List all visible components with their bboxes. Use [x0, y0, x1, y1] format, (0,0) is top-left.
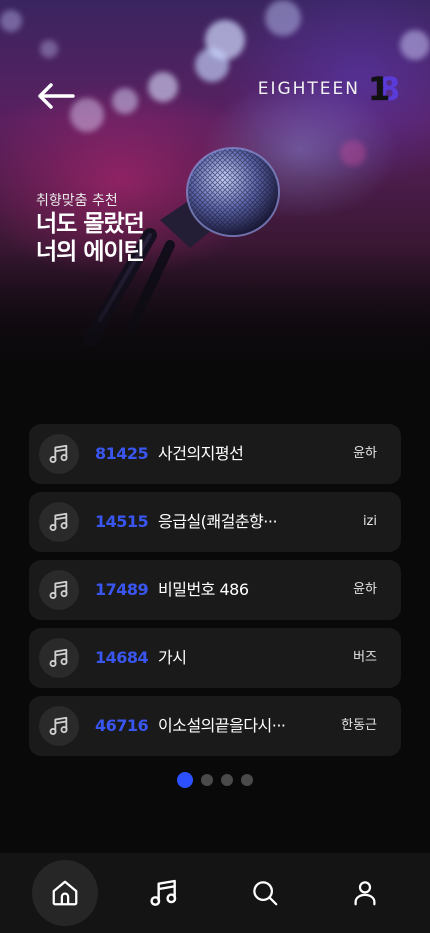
- song-number: 46716: [95, 716, 149, 735]
- hero-subtitle: 취향맞춤 추천: [36, 193, 118, 209]
- song-title: 사건의지평선: [158, 444, 244, 463]
- song-artist: 윤하: [353, 446, 377, 461]
- eighteen-logo-icon: 8 1: [368, 72, 400, 106]
- song-row[interactable]: 81425 사건의지평선 윤하: [29, 424, 401, 484]
- song-number: 17489: [95, 580, 149, 599]
- song-artist: 버즈: [353, 650, 377, 665]
- song-title: 응급실(쾌걸춘향···: [158, 512, 278, 531]
- hero-title-line2: 너의 에이틴: [36, 239, 145, 265]
- music-note-icon: [150, 879, 177, 906]
- page-dot-3[interactable]: [221, 774, 233, 786]
- song-title: 이소설의끝을다시···: [158, 716, 286, 735]
- song-title: 가시: [158, 648, 187, 667]
- music-note-icon: [39, 638, 79, 678]
- page-dot-2[interactable]: [201, 774, 213, 786]
- user-icon: [354, 881, 376, 906]
- song-artist: 윤하: [353, 582, 377, 597]
- hero-title-line1: 너도 몰랐던: [36, 211, 145, 237]
- pagination-dots: [177, 772, 253, 788]
- nav-profile-button[interactable]: [332, 860, 398, 926]
- logo-one: 1: [368, 70, 391, 108]
- page-dot-4[interactable]: [241, 774, 253, 786]
- nav-music-button[interactable]: [131, 860, 197, 926]
- home-icon: [52, 880, 78, 906]
- arrow-left-icon: [38, 83, 75, 109]
- nav-home-button[interactable]: [32, 860, 98, 926]
- back-button[interactable]: [36, 80, 76, 112]
- song-row[interactable]: 14684 가시 버즈: [29, 628, 401, 688]
- brand-logo: EIGHTEEN 8 1: [257, 72, 401, 106]
- music-note-icon: [39, 706, 79, 746]
- music-note-icon: [39, 502, 79, 542]
- bottom-navigation: [0, 853, 430, 933]
- song-number: 14684: [95, 648, 149, 667]
- song-number: 81425: [95, 444, 149, 463]
- song-artist: izi: [362, 514, 377, 529]
- song-list: 81425 사건의지평선 윤하 14515 응급실(쾌걸춘향··· izi 17…: [29, 424, 401, 764]
- page-dot-1[interactable]: [177, 772, 193, 788]
- hero-title: 너도 몰랐던 너의 에이틴: [36, 210, 145, 266]
- song-row[interactable]: 17489 비밀번호 486 윤하: [29, 560, 401, 620]
- hero-fade: [0, 250, 430, 400]
- song-row[interactable]: 46716 이소설의끝을다시··· 한동근: [29, 696, 401, 756]
- song-artist: 한동근: [341, 718, 377, 733]
- search-icon: [253, 881, 278, 906]
- song-row[interactable]: 14515 응급실(쾌걸춘향··· izi: [29, 492, 401, 552]
- song-number: 14515: [95, 512, 149, 531]
- music-note-icon: [39, 434, 79, 474]
- song-title: 비밀번호 486: [158, 580, 249, 599]
- nav-search-button[interactable]: [232, 860, 298, 926]
- brand-name: EIGHTEEN: [257, 79, 360, 99]
- music-note-icon: [39, 570, 79, 610]
